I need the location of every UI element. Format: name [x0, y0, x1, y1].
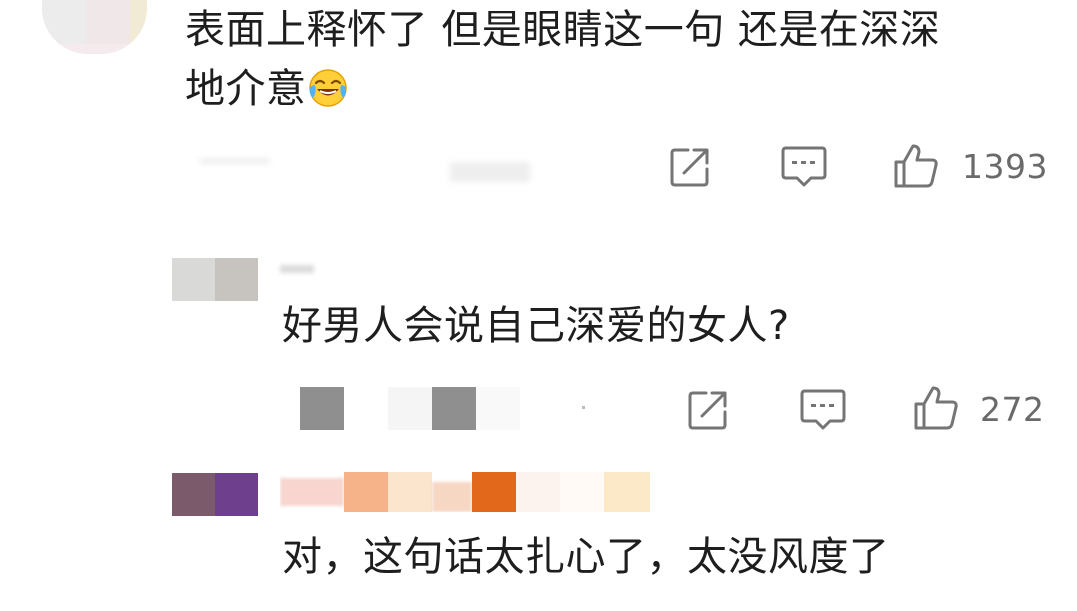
comment-text-line: 对，这句话太扎心了，太没风度了 [282, 534, 890, 580]
comment-icon[interactable] [780, 145, 828, 189]
share-icon[interactable] [668, 145, 712, 189]
comment-text-line-1: 表面上释怀了 但是眼睛这一句 还是在深深 [185, 7, 941, 53]
share-icon[interactable] [686, 388, 730, 432]
username-blur [280, 265, 314, 273]
comment-text: 对，这句话太扎心了，太没风度了 [282, 527, 890, 588]
username-blur [280, 472, 650, 512]
comment-icon[interactable] [799, 388, 847, 432]
avatar[interactable] [172, 258, 258, 301]
thumb-up-icon[interactable] [912, 384, 960, 432]
avatar[interactable] [172, 473, 258, 516]
comment-text-line-2: 地介意 [185, 66, 307, 112]
comment-text: 表面上释怀了 但是眼睛这一句 还是在深深 [185, 0, 940, 61]
avatar[interactable] [42, 0, 147, 54]
blurred-meta [300, 387, 600, 430]
comment-text-line-2-wrap: 地介意 [185, 59, 348, 120]
comment-text: 好男人会说自己深爱的女人? [282, 296, 790, 357]
comment-thread: 表面上释怀了 但是眼睛这一句 还是在深深 地介意 1393 好男人会说自己深爱的… [0, 0, 1077, 611]
laughing-crying-emoji-icon [308, 69, 347, 107]
like-count: 272 [980, 390, 1045, 429]
comment-text-line: 好男人会说自己深爱的女人? [282, 303, 790, 349]
thumb-up-icon[interactable] [892, 142, 940, 190]
blurred-meta [200, 150, 530, 184]
like-count: 1393 [962, 147, 1048, 186]
